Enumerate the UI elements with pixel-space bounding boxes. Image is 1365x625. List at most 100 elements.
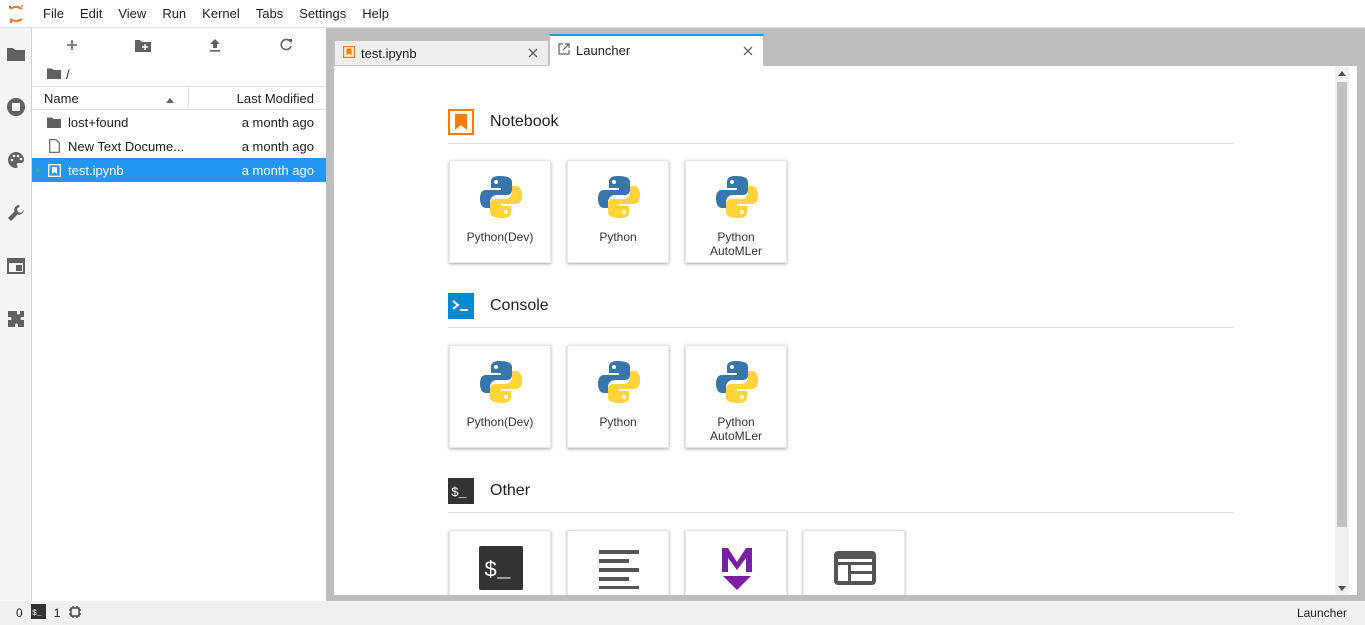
tabs-panel-icon[interactable]	[5, 255, 27, 277]
card-label: Python	[599, 230, 637, 244]
column-name-label: Name	[44, 90, 79, 106]
svg-text:$_: $_	[451, 485, 467, 500]
refresh-button[interactable]	[273, 32, 299, 58]
wrench-icon[interactable]	[5, 202, 27, 224]
kernel-status-icon[interactable]	[68, 605, 82, 622]
extension-icon[interactable]	[5, 308, 27, 330]
text-file-icon	[594, 543, 644, 593]
notebook-icon	[46, 163, 62, 177]
menu-run[interactable]: Run	[154, 0, 194, 28]
tab-label: test.ipynb	[361, 45, 417, 61]
file-name: lost+found	[68, 114, 129, 130]
sort-caret-up-icon	[166, 91, 174, 106]
file-modified: a month ago	[241, 162, 314, 178]
section-console: Console	[448, 284, 1234, 328]
launch-notebook-python-automler[interactable]: Python AutoMLer	[685, 160, 787, 263]
palette-icon[interactable]	[5, 149, 27, 171]
file-row-test-ipynb[interactable]: test.ipynb a month ago	[32, 158, 326, 182]
card-label: Python AutoMLer	[709, 230, 763, 258]
terminal-icon: $_	[476, 543, 526, 593]
python-logo-icon	[594, 172, 644, 222]
section-title: Notebook	[490, 112, 559, 130]
scroll-down-arrow-icon[interactable]	[1335, 581, 1349, 595]
launch-notebook-python[interactable]: Python	[567, 160, 669, 263]
python-logo-icon	[476, 172, 526, 222]
svg-text:$_: $_	[32, 609, 42, 618]
notebook-tab-icon	[343, 45, 356, 61]
close-icon[interactable]	[526, 46, 540, 60]
launch-markdown-file[interactable]	[685, 530, 787, 595]
activity-bar	[0, 28, 32, 601]
file-icon	[46, 139, 62, 153]
terminal-section-icon: $_	[448, 477, 474, 504]
column-name-header[interactable]: Name	[32, 87, 189, 109]
scroll-up-arrow-icon[interactable]	[1335, 66, 1349, 80]
section-other: $_ Other	[448, 469, 1234, 513]
file-modified: a month ago	[241, 114, 314, 130]
svg-text:$_: $_	[484, 558, 511, 583]
folder-icon[interactable]	[5, 43, 27, 65]
launch-contextual-help[interactable]	[803, 530, 905, 595]
menu-tabs[interactable]: Tabs	[248, 0, 291, 28]
menu-settings[interactable]: Settings	[291, 0, 354, 28]
card-label: Python AutoMLer	[709, 415, 763, 443]
kernel-count[interactable]: 0	[16, 606, 23, 620]
menu-view[interactable]: View	[110, 0, 154, 28]
python-logo-icon	[712, 172, 762, 222]
launch-console-python-dev[interactable]: Python(Dev)	[449, 345, 551, 448]
running-sessions-icon[interactable]	[5, 96, 27, 118]
menu-bar: File Edit View Run Kernel Tabs Settings …	[0, 0, 1365, 28]
new-folder-button[interactable]	[130, 32, 156, 58]
home-folder-icon[interactable]	[47, 67, 61, 82]
launch-console-python[interactable]: Python	[567, 345, 669, 448]
terminal-count[interactable]: 1	[54, 606, 61, 620]
file-modified: a month ago	[241, 138, 314, 154]
section-notebook: Notebook	[448, 100, 1234, 144]
menu-help[interactable]: Help	[354, 0, 397, 28]
python-logo-icon	[712, 357, 762, 407]
file-list-header: Name Last Modified	[32, 86, 326, 110]
menu-kernel[interactable]: Kernel	[194, 0, 248, 28]
launcher-scrollbar[interactable]	[1335, 66, 1349, 595]
terminal-status-icon: $_	[30, 604, 46, 622]
breadcrumb-path[interactable]: /	[66, 67, 70, 82]
status-bar: 0 $_ 1 Launcher	[0, 601, 1365, 625]
section-title: Other	[490, 481, 531, 499]
file-row-lost-found[interactable]: lost+found a month ago	[32, 110, 326, 134]
close-icon[interactable]	[741, 44, 755, 58]
upload-button[interactable]	[202, 32, 228, 58]
launch-terminal[interactable]: $_	[449, 530, 551, 595]
column-modified-header[interactable]: Last Modified	[189, 87, 326, 109]
markdown-icon	[712, 543, 762, 593]
new-launcher-button[interactable]	[59, 32, 85, 58]
file-name: New Text Docume...	[68, 138, 185, 154]
breadcrumb: /	[32, 62, 326, 86]
launch-text-file[interactable]	[567, 530, 669, 595]
file-browser-toolbar	[32, 28, 326, 62]
jupyter-logo-icon[interactable]	[0, 0, 32, 28]
card-label: Python	[599, 415, 637, 429]
folder-icon	[46, 117, 62, 128]
file-row-new-text-document[interactable]: New Text Docume... a month ago	[32, 134, 326, 158]
notebook-section-icon	[448, 108, 474, 135]
launch-console-python-automler[interactable]: Python AutoMLer	[685, 345, 787, 448]
contextual-help-icon	[830, 543, 880, 593]
status-left: 0 $_ 1	[0, 604, 82, 622]
launcher-tab-icon	[558, 43, 570, 58]
tab-test-ipynb[interactable]: test.ipynb	[334, 40, 549, 66]
menu-file[interactable]: File	[35, 0, 72, 28]
launch-notebook-python-dev[interactable]: Python(Dev)	[449, 160, 551, 263]
menu-edit[interactable]: Edit	[72, 0, 110, 28]
main-area: test.ipynb Launcher Notebook Python(Dev)…	[326, 28, 1365, 601]
tab-bar: test.ipynb Launcher	[334, 34, 764, 66]
console-section-icon	[448, 292, 474, 319]
running-indicator	[36, 168, 40, 172]
python-logo-icon	[594, 357, 644, 407]
file-browser: / Name Last Modified lost+found a month …	[32, 28, 326, 601]
python-logo-icon	[476, 357, 526, 407]
status-current-activity: Launcher	[1296, 606, 1347, 620]
scroll-thumb[interactable]	[1337, 82, 1347, 527]
tab-launcher[interactable]: Launcher	[549, 34, 764, 66]
card-label: Python(Dev)	[466, 230, 534, 244]
column-modified-label: Last Modified	[236, 90, 314, 106]
